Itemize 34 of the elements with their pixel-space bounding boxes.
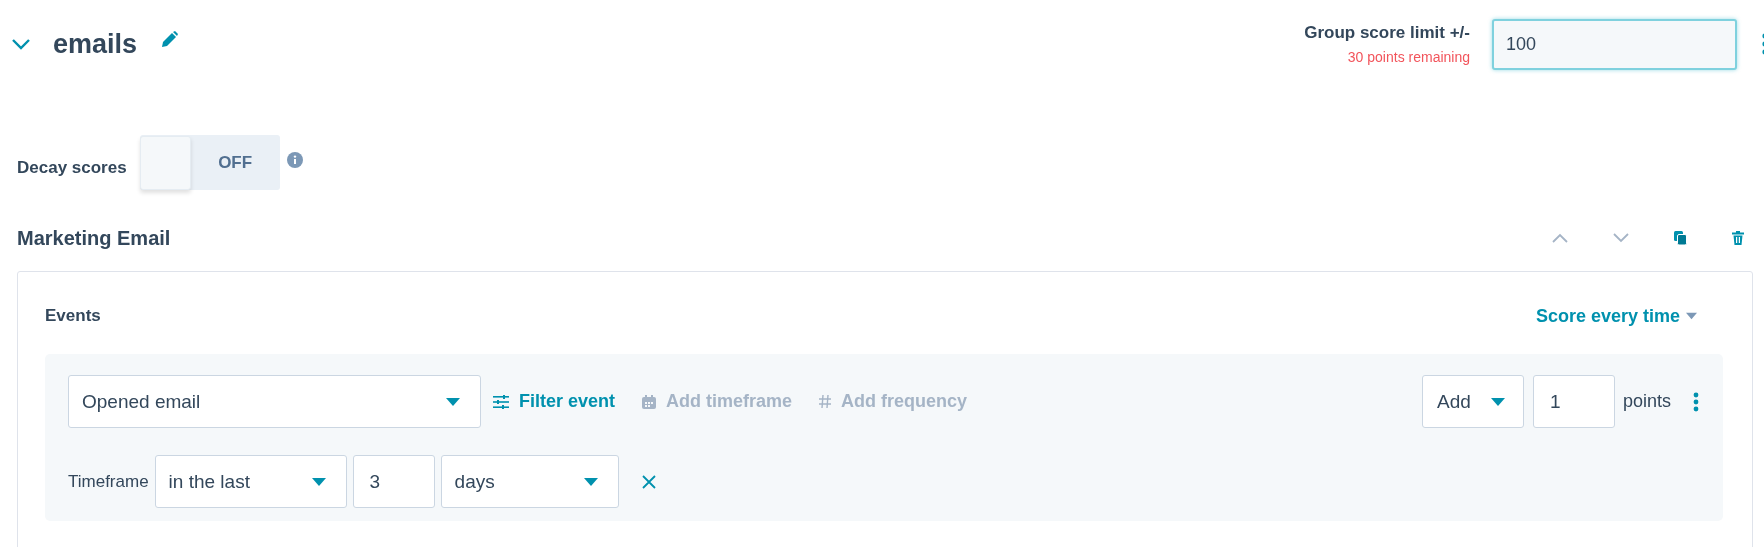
caret-icon — [583, 477, 598, 486]
score-mode-dropdown[interactable]: Score every time — [1535, 305, 1697, 327]
amount-field[interactable]: 3 — [352, 455, 435, 508]
move-up-icon[interactable] — [1552, 233, 1568, 243]
section-title: Marketing Email — [17, 226, 171, 250]
decay-toggle[interactable]: OFF — [139, 135, 280, 190]
range-dropdown[interactable]: in the last — [154, 455, 347, 508]
score-limit-field[interactable]: 100 — [1492, 18, 1737, 70]
hash-icon — [819, 395, 832, 408]
caret-icon — [1686, 312, 1697, 320]
calendar-icon — [642, 394, 657, 409]
points-label: points — [1622, 391, 1671, 412]
pencil-icon[interactable] — [159, 30, 180, 50]
info-icon[interactable] — [286, 151, 303, 168]
events-heading: Events — [45, 306, 101, 326]
sliders-icon — [493, 394, 509, 409]
points-remaining-text: 30 points remaining — [1347, 49, 1470, 65]
event-dropdown[interactable]: Opened email — [68, 375, 481, 428]
caret-icon — [446, 397, 460, 406]
points-field[interactable]: 1 — [1532, 375, 1615, 428]
trash-icon[interactable] — [1732, 231, 1744, 245]
more-options-icon[interactable] — [1693, 391, 1699, 412]
collapse-chevron-icon[interactable] — [11, 36, 31, 52]
caret-icon — [1490, 397, 1505, 406]
operation-dropdown[interactable]: Add — [1421, 375, 1524, 428]
unit-dropdown[interactable]: days — [440, 455, 619, 508]
copy-icon[interactable] — [1674, 231, 1687, 245]
decay-scores-label: Decay scores — [17, 157, 127, 178]
close-icon[interactable] — [641, 474, 656, 489]
move-down-icon[interactable] — [1613, 233, 1629, 243]
score-limit-label: Group score limit +/- — [1304, 23, 1470, 43]
caret-icon — [311, 477, 326, 486]
timeframe-label: Timeframe — [68, 471, 149, 492]
group-title: emails — [53, 28, 138, 60]
